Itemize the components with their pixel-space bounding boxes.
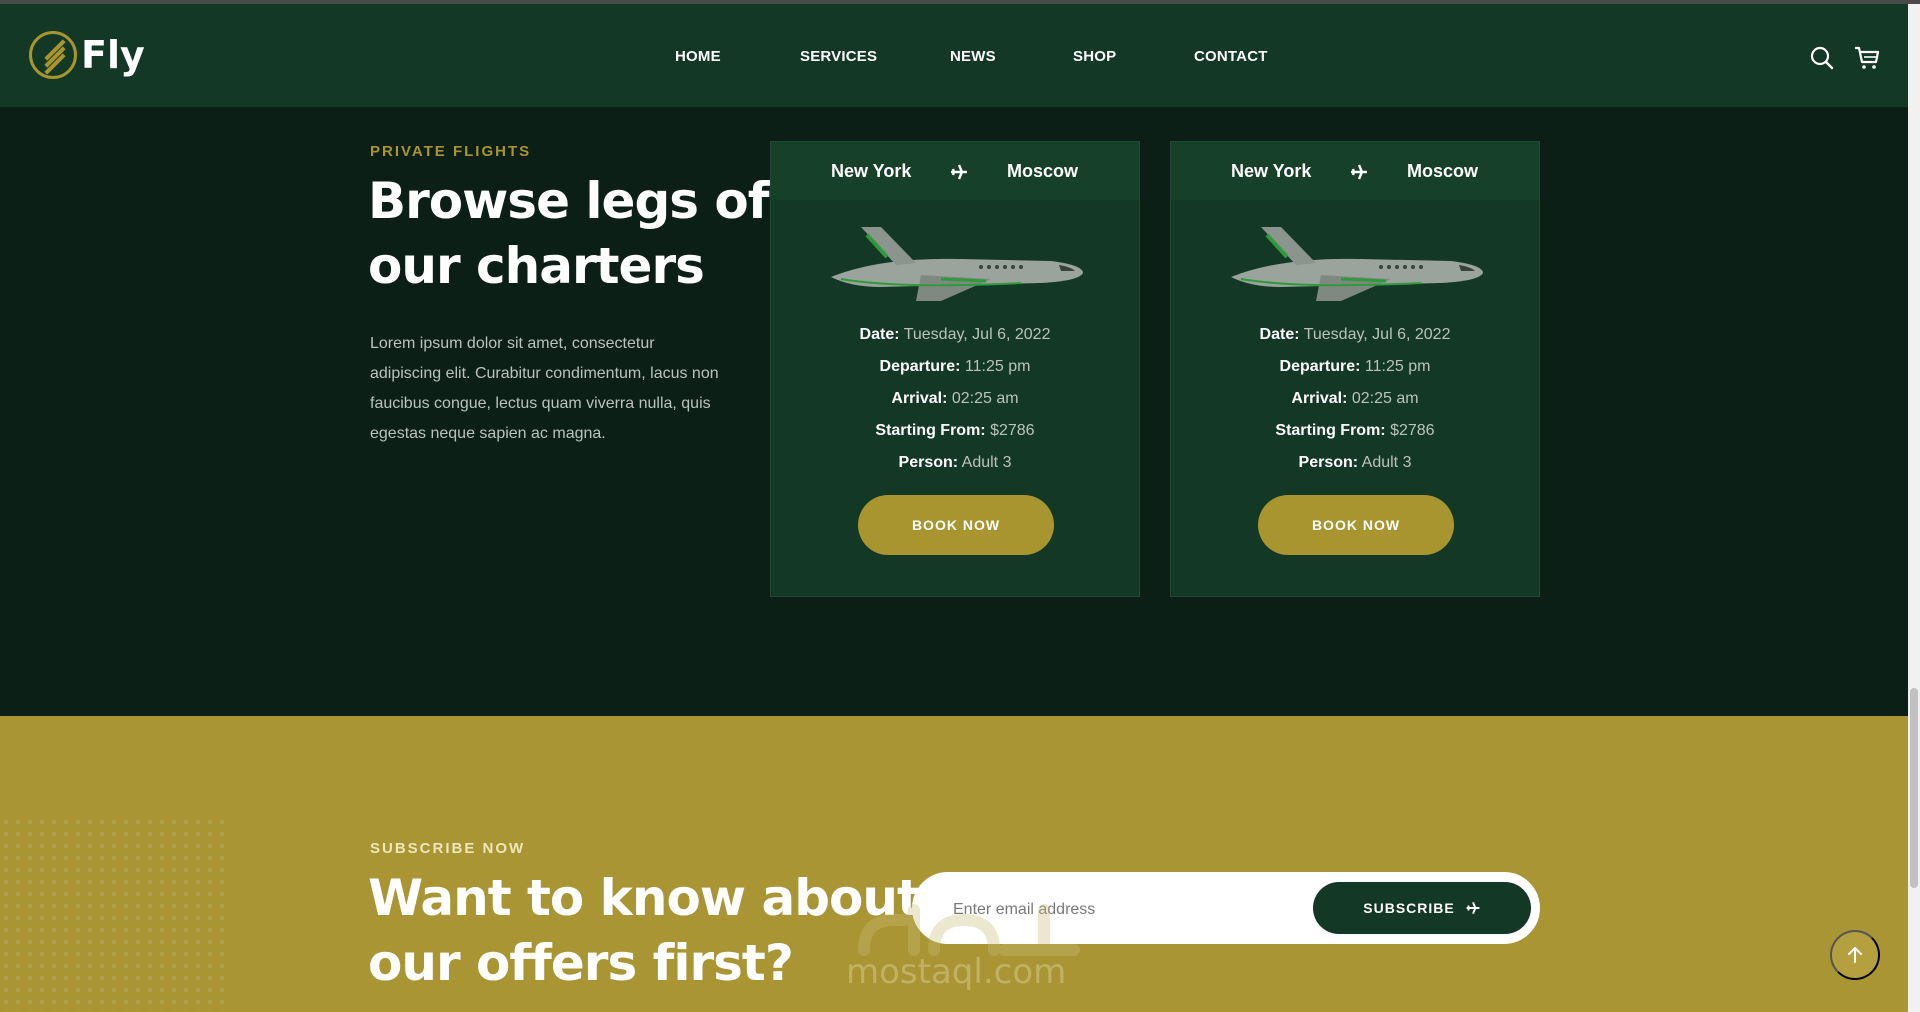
main-nav: HOME SERVICES NEWS SHOP CONTACT xyxy=(0,48,1908,72)
nav-item-home[interactable]: HOME xyxy=(675,48,721,65)
flight-departure: Departure: 11:25 pm xyxy=(1279,358,1431,375)
route-to: Moscow xyxy=(1007,161,1079,181)
cart-icon[interactable] xyxy=(1854,46,1880,70)
nav-item-shop[interactable]: SHOP xyxy=(1073,48,1116,65)
flight-arrival: Arrival: 02:25 am xyxy=(891,390,1019,407)
flight-person: Person: Adult 3 xyxy=(898,454,1012,471)
flight-arrival: Arrival: 02:25 am xyxy=(1291,390,1419,407)
flight-date: Date: Tuesday, Jul 6, 2022 xyxy=(859,326,1051,343)
scrollbar-thumb[interactable] xyxy=(1910,688,1918,888)
book-now-button[interactable]: BOOK NOW xyxy=(858,495,1054,555)
subscribe-heading: Want to know about our offers first? xyxy=(368,869,921,992)
flight-route: New York Moscow xyxy=(771,142,1139,200)
jet-image xyxy=(1231,227,1483,301)
flight-departure: Departure: 11:25 pm xyxy=(879,358,1031,375)
subscribe-button-label: SUBSCRIBE xyxy=(1363,900,1455,916)
flight-card: New York Moscow Date: Tuesday, Jul 6, 20… xyxy=(770,141,1140,597)
subscribe-eyebrow: SUBSCRIBE NOW xyxy=(370,840,526,857)
nav-item-contact[interactable]: CONTACT xyxy=(1194,48,1268,65)
subscribe-button[interactable]: SUBSCRIBE xyxy=(1313,882,1531,934)
flight-date: Date: Tuesday, Jul 6, 2022 xyxy=(1259,326,1451,343)
plane-icon xyxy=(1351,164,1367,180)
site-header: Fly HOME SERVICES NEWS SHOP CONTACT xyxy=(0,4,1908,107)
arrow-up-icon xyxy=(1848,947,1862,963)
dot-pattern xyxy=(0,816,230,1012)
route-from: New York xyxy=(831,161,912,181)
search-icon[interactable] xyxy=(1810,46,1834,70)
scroll-to-top-button[interactable] xyxy=(1830,930,1880,980)
section-eyebrow: PRIVATE FLIGHTS xyxy=(370,143,532,160)
book-now-button[interactable]: BOOK NOW xyxy=(1258,495,1454,555)
flight-price: Starting From: $2786 xyxy=(1275,422,1435,439)
route-from: New York xyxy=(1231,161,1312,181)
flight-route: New York Moscow xyxy=(1171,142,1539,200)
watermark-text: mostaql.com xyxy=(846,952,1067,992)
plane-icon xyxy=(1466,902,1480,914)
jet-image xyxy=(831,227,1083,301)
plane-icon xyxy=(951,164,967,180)
nav-item-news[interactable]: NEWS xyxy=(950,48,996,65)
flight-price: Starting From: $2786 xyxy=(875,422,1035,439)
section-description: Lorem ipsum dolor sit amet, consectetur … xyxy=(370,335,719,442)
section-heading: Browse legs of our charters xyxy=(368,172,770,295)
flight-card: New York Moscow Date: Tuesday, Jul 6, 20… xyxy=(1170,141,1540,597)
flight-person: Person: Adult 3 xyxy=(1298,454,1412,471)
nav-item-services[interactable]: SERVICES xyxy=(800,48,877,65)
route-to: Moscow xyxy=(1407,161,1479,181)
